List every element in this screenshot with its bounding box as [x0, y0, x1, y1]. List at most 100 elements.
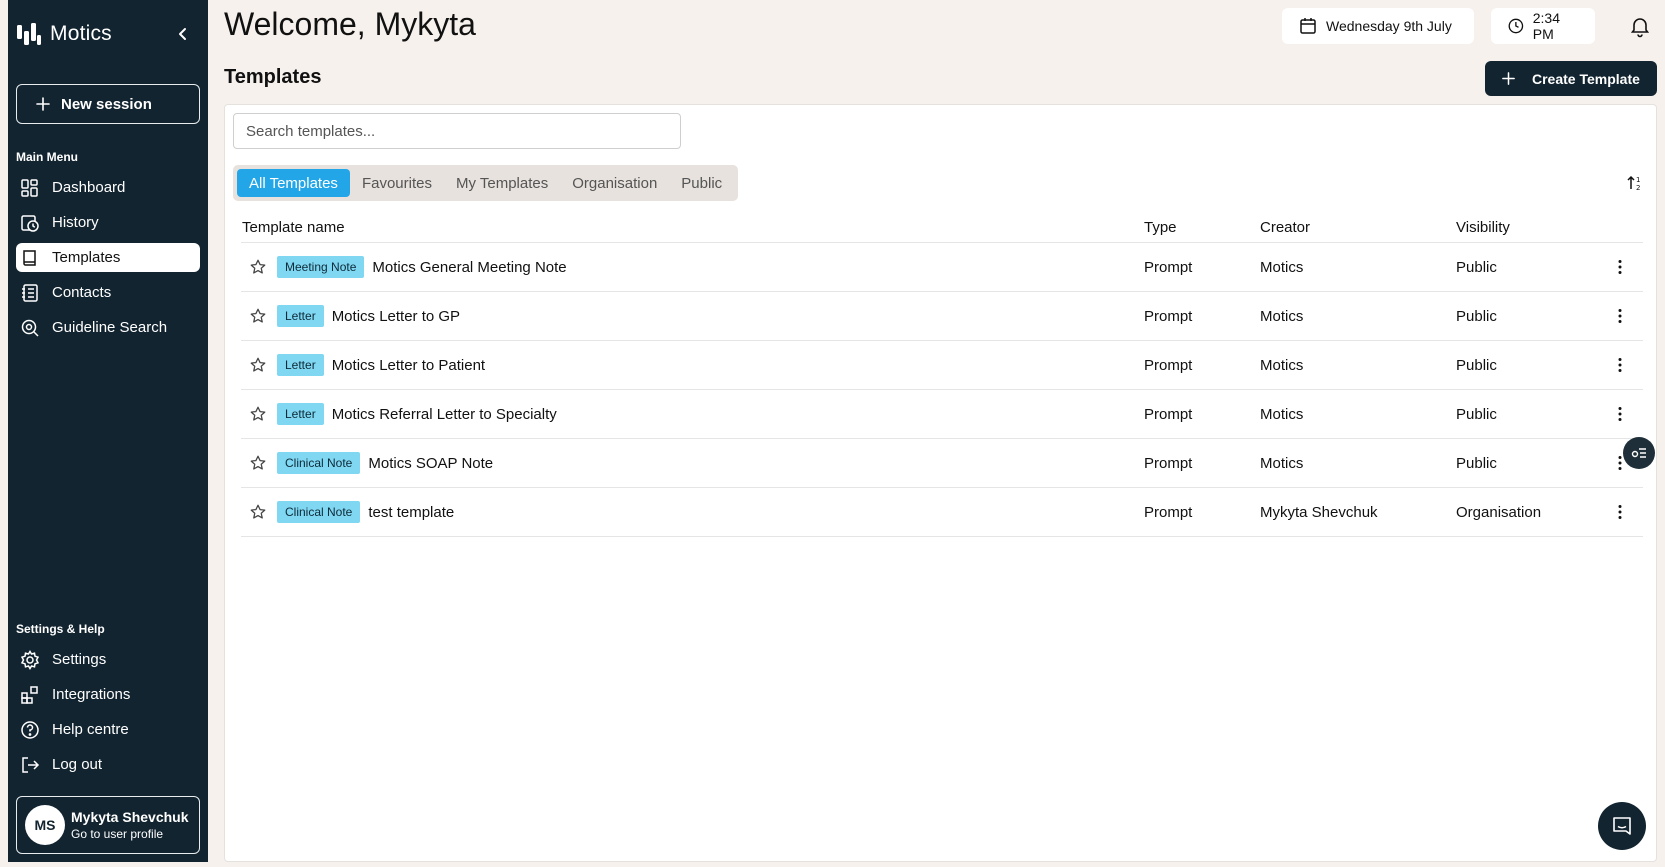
- logout-icon: [22, 756, 40, 773]
- template-type: Prompt: [1144, 454, 1193, 472]
- user-profile-card[interactable]: MS Mykyta Shevchuk Go to user profile: [16, 796, 200, 854]
- collapse-sidebar-icon[interactable]: [172, 23, 194, 45]
- template-name[interactable]: Motics Referral Letter to Specialty: [332, 406, 557, 423]
- date-display: Wednesday 9th July: [1282, 8, 1474, 44]
- book-icon: [23, 249, 36, 266]
- clock-icon: [1508, 18, 1524, 34]
- history-icon: [21, 214, 39, 232]
- sidebar-item-help-centre[interactable]: Help centre: [16, 715, 200, 744]
- sidebar-item-history[interactable]: History: [16, 208, 200, 237]
- create-template-button[interactable]: Create Template: [1485, 61, 1657, 96]
- chat-button[interactable]: [1598, 802, 1646, 850]
- more-options-icon[interactable]: [1610, 355, 1630, 375]
- contacts-icon: [22, 283, 38, 302]
- tab-all-templates[interactable]: All Templates: [237, 169, 350, 197]
- sidebar-item-guideline-search[interactable]: Guideline Search: [16, 313, 200, 342]
- template-type: Prompt: [1144, 307, 1193, 325]
- tab-public[interactable]: Public: [669, 169, 734, 197]
- sidebar-item-label: Guideline Search: [52, 319, 168, 336]
- app-name: Motics: [50, 22, 112, 45]
- time-display: 2:34 PM: [1491, 8, 1595, 44]
- dashboard-icon: [21, 178, 38, 197]
- calendar-icon: [1300, 18, 1316, 34]
- star-icon[interactable]: [249, 307, 267, 325]
- sidebar: Motics New session Main Menu Dashboard H…: [8, 0, 208, 862]
- help-icon: [21, 720, 39, 739]
- tab-organisation[interactable]: Organisation: [560, 169, 669, 197]
- new-session-label: New session: [61, 95, 152, 113]
- more-options-icon[interactable]: [1610, 502, 1630, 522]
- sidebar-item-templates[interactable]: Templates: [16, 243, 200, 272]
- sidebar-item-label: Dashboard: [52, 179, 126, 196]
- more-options-icon[interactable]: [1610, 257, 1630, 277]
- template-name[interactable]: Motics Letter to Patient: [332, 357, 485, 374]
- svg-text:1: 1: [1636, 176, 1640, 184]
- sort-icon[interactable]: 1 2: [1625, 173, 1645, 193]
- more-options-icon[interactable]: [1610, 404, 1630, 424]
- profile-link: Go to user profile: [71, 827, 164, 841]
- table-row[interactable]: Letter Motics Referral Letter to Special…: [241, 390, 1643, 439]
- sidebar-item-dashboard[interactable]: Dashboard: [16, 173, 200, 202]
- more-options-icon[interactable]: [1610, 306, 1630, 326]
- template-visibility: Public: [1456, 405, 1497, 423]
- search-icon: [21, 319, 39, 337]
- template-creator: Motics: [1260, 454, 1304, 472]
- template-name[interactable]: Motics Letter to GP: [332, 308, 460, 325]
- template-creator: Motics: [1260, 258, 1304, 276]
- bell-icon[interactable]: [1628, 14, 1652, 38]
- template-visibility: Public: [1456, 307, 1497, 325]
- tab-my-templates[interactable]: My Templates: [444, 169, 560, 197]
- template-category-tag: Meeting Note: [277, 256, 365, 278]
- sidebar-item-integrations[interactable]: Integrations: [16, 680, 200, 709]
- templates-table: Template name Type Creator Visibility Me…: [241, 213, 1643, 537]
- date-text: Wednesday 9th July: [1326, 18, 1452, 34]
- list-toggle-icon: [1631, 448, 1646, 458]
- template-visibility: Public: [1456, 258, 1497, 276]
- table-row[interactable]: Clinical Note Motics SOAP Note Prompt Mo…: [241, 439, 1643, 488]
- svg-text:2: 2: [1636, 184, 1640, 192]
- template-creator: Mykyta Shevchuk: [1260, 503, 1378, 521]
- sidebar-item-log-out[interactable]: Log out: [16, 750, 200, 779]
- table-row[interactable]: Letter Motics Letter to Patient Prompt M…: [241, 341, 1643, 390]
- column-header-type: Type: [1144, 219, 1177, 236]
- template-name[interactable]: test template: [368, 504, 454, 521]
- table-row[interactable]: Meeting Note Motics General Meeting Note…: [241, 243, 1643, 292]
- column-header-creator: Creator: [1260, 219, 1311, 236]
- side-panel-toggle-button[interactable]: [1623, 437, 1655, 469]
- template-category-tag: Letter: [277, 305, 324, 327]
- templates-panel: All Templates Favourites My Templates Or…: [224, 104, 1657, 862]
- gear-icon: [20, 649, 40, 670]
- new-session-button[interactable]: New session: [16, 84, 200, 124]
- template-visibility: Public: [1456, 356, 1497, 374]
- table-row[interactable]: Letter Motics Letter to GP Prompt Motics…: [241, 292, 1643, 341]
- table-header: Template name Type Creator Visibility: [241, 213, 1643, 243]
- sidebar-item-contacts[interactable]: Contacts: [16, 278, 200, 307]
- template-creator: Motics: [1260, 356, 1304, 374]
- star-icon[interactable]: [249, 356, 267, 374]
- search-input[interactable]: [233, 113, 681, 149]
- star-icon[interactable]: [249, 454, 267, 472]
- template-visibility: Organisation: [1456, 503, 1542, 521]
- tab-favourites[interactable]: Favourites: [350, 169, 444, 197]
- page-title: Templates: [224, 66, 322, 88]
- integrations-icon: [21, 685, 38, 704]
- star-icon[interactable]: [249, 503, 267, 521]
- sidebar-item-settings[interactable]: Settings: [16, 645, 200, 674]
- sidebar-item-label: Templates: [52, 249, 121, 266]
- table-row[interactable]: Clinical Note test template Prompt Mykyt…: [241, 488, 1643, 537]
- template-category-tag: Letter: [277, 354, 324, 376]
- template-category-tag: Clinical Note: [277, 501, 361, 523]
- star-icon[interactable]: [249, 258, 267, 276]
- brand: Motics: [8, 0, 208, 68]
- template-name[interactable]: Motics SOAP Note: [368, 455, 493, 472]
- sidebar-item-label: Contacts: [52, 284, 112, 301]
- plus-icon: [1502, 72, 1515, 85]
- welcome-heading: Welcome, Mykyta: [224, 6, 476, 42]
- template-visibility: Public: [1456, 454, 1497, 472]
- template-name[interactable]: Motics General Meeting Note: [372, 259, 566, 276]
- template-category-tag: Clinical Note: [277, 452, 361, 474]
- sidebar-item-label: Help centre: [52, 721, 129, 738]
- template-creator: Motics: [1260, 307, 1304, 325]
- star-icon[interactable]: [249, 405, 267, 423]
- template-category-tag: Letter: [277, 403, 324, 425]
